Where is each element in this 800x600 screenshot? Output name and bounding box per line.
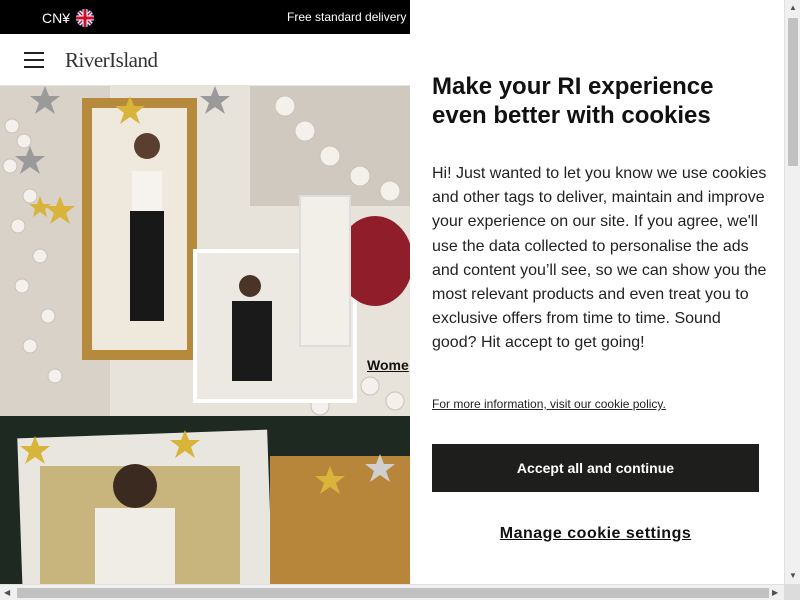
hero-image-mens[interactable]: [0, 416, 410, 584]
hero-image-womens[interactable]: [0, 86, 410, 416]
brand-logo[interactable]: RiverIsland: [65, 48, 158, 73]
cookie-consent-panel: Make your RI experience even better with…: [410, 0, 784, 584]
scrollbar-corner: [784, 584, 800, 600]
scroll-up-arrow-icon[interactable]: ▲: [789, 4, 797, 12]
cookie-policy-link[interactable]: For more information, visit our cookie p…: [432, 397, 666, 411]
vertical-scrollbar[interactable]: ▲ ▼: [784, 0, 800, 584]
cookie-description: Hi! Just wanted to let you know we use c…: [432, 165, 767, 352]
hamburger-menu-icon[interactable]: [24, 52, 44, 68]
scroll-right-arrow-icon[interactable]: ▶: [772, 589, 778, 597]
vertical-scroll-thumb[interactable]: [788, 18, 798, 166]
scroll-down-arrow-icon[interactable]: ▼: [789, 572, 797, 580]
cookie-title: Make your RI experience even better with…: [432, 73, 714, 129]
uk-flag-icon: [76, 9, 95, 27]
currency-selector[interactable]: CN¥: [42, 9, 95, 27]
hero-collage-illustration: [0, 86, 410, 416]
horizontal-scrollbar[interactable]: ◀ ▶: [0, 584, 784, 600]
scroll-left-arrow-icon[interactable]: ◀: [4, 589, 10, 597]
currency-label: CN¥: [42, 10, 71, 26]
manage-cookie-settings-button[interactable]: Manage cookie settings: [432, 522, 759, 546]
hero-collage-illustration-2: [0, 416, 410, 584]
horizontal-scroll-thumb[interactable]: [17, 588, 769, 598]
hero-label-womens[interactable]: Wome: [367, 357, 409, 373]
promo-text[interactable]: Free standard delivery: [287, 10, 406, 24]
accept-all-button[interactable]: Accept all and continue: [432, 444, 759, 492]
